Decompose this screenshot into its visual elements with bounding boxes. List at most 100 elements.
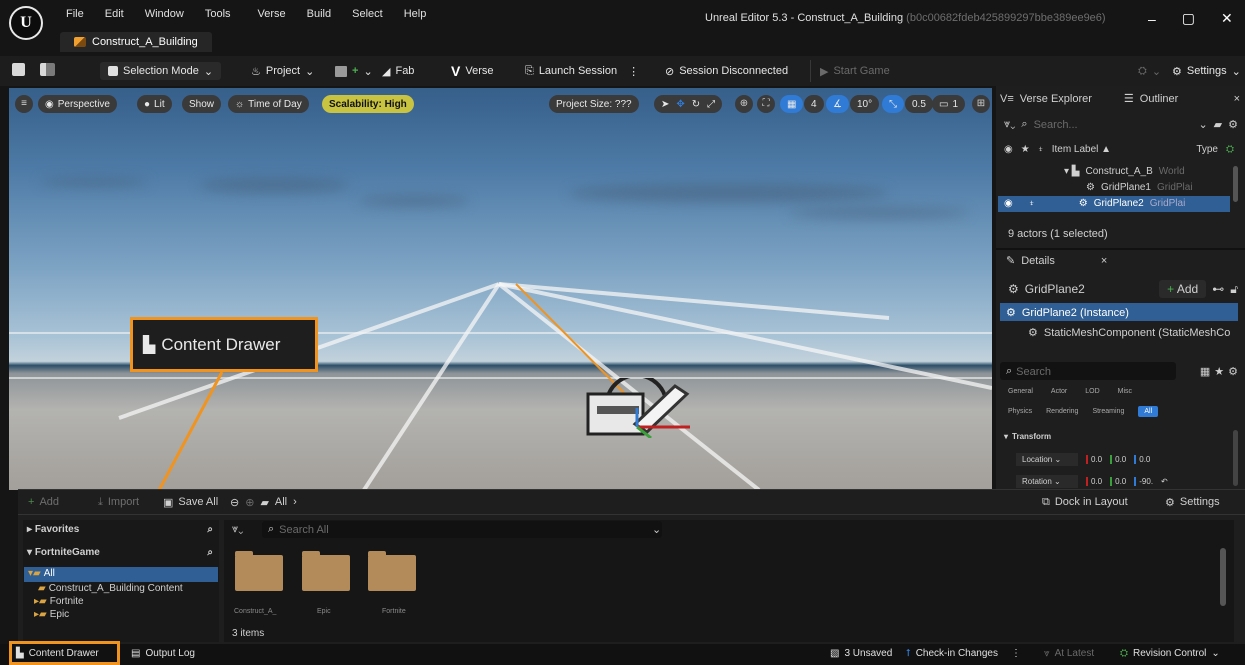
search-icon[interactable]: ⌕ (207, 547, 213, 558)
tree-item-construct[interactable]: ▰ Construct_A_Building Content (38, 583, 183, 594)
folder-add-icon[interactable]: ▰ (1214, 118, 1222, 131)
tree-item-all[interactable]: ▾▰ All (28, 568, 55, 579)
kebab-icon[interactable]: ⋮ (1011, 648, 1021, 659)
plus-icon: + (28, 496, 35, 508)
rotation-label: Rotation (1022, 477, 1052, 486)
filter-lod[interactable]: LOD (1085, 388, 1099, 395)
dock-in-layout-button[interactable]: ⧉ Dock in Layout (1042, 494, 1128, 510)
filter-rendering[interactable]: Rendering (1046, 408, 1078, 415)
forward-icon[interactable]: ⊕ (245, 496, 254, 509)
save-all-button[interactable]: ▣ Save All (163, 494, 218, 510)
col-item-label[interactable]: Item Label ▲ (1052, 144, 1111, 155)
rotation-x[interactable]: 0.0 (1086, 477, 1102, 486)
content-drawer-highlight (9, 641, 120, 665)
details-filter-row2: Physics Rendering Streaming All (1008, 406, 1159, 417)
outliner-row-gridplane2[interactable]: ◉ ⍖ ⚙ GridPlane2 GridPlai (1004, 198, 1185, 209)
details-tab-label: Details (1021, 254, 1055, 267)
close-tab-icon[interactable]: × (1234, 93, 1240, 105)
mesh-icon: ⚙ (1006, 307, 1016, 319)
filter-misc[interactable]: Misc (1118, 388, 1132, 395)
chevron-down-icon[interactable]: ⌄ (1198, 118, 1207, 131)
add-button[interactable]: + Add (28, 494, 59, 510)
grid-view-icon[interactable]: ▦ (1200, 365, 1210, 378)
drawer-settings-button[interactable]: ⚙ Settings (1165, 494, 1220, 510)
import-button[interactable]: ⤓ Import (98, 494, 139, 510)
outliner-scrollbar[interactable] (1233, 166, 1238, 202)
chevron-right-icon[interactable]: › (293, 496, 297, 508)
eye-icon[interactable]: ◉ (1004, 144, 1013, 155)
mesh-icon: ⚙ (1028, 327, 1038, 339)
verse-explorer-icon: V≡ (1000, 92, 1014, 105)
item-count: 3 items (232, 628, 265, 639)
filter-icon[interactable]: ⩔⌄ (1004, 118, 1015, 131)
pin-icon[interactable]: ⍖ (1038, 144, 1044, 155)
favorites-section[interactable]: ▸ Favorites ⌕ (27, 524, 213, 535)
details-component-row[interactable]: ⚙ StaticMeshComponent (StaticMeshCo (1028, 326, 1240, 340)
drawer-divider (18, 514, 1245, 515)
tab-outliner[interactable]: Outliner (1140, 93, 1179, 105)
folder-tile-epic[interactable] (302, 551, 350, 591)
folder-tile-construct[interactable] (235, 551, 283, 591)
asset-filter-button[interactable]: ⩔⌄ (232, 523, 243, 536)
caret-down-icon: ▾ (27, 547, 35, 558)
blueprint-icon[interactable]: ⊷ (1212, 282, 1224, 296)
filter-streaming[interactable]: Streaming (1092, 408, 1124, 415)
gear-icon[interactable]: ⚙ (1228, 118, 1238, 131)
outliner-row-world[interactable]: ▾ ▙ Construct_A_B World (1064, 166, 1185, 177)
eye-icon[interactable]: ◉ (1004, 198, 1013, 209)
star-icon[interactable]: ★ (1021, 144, 1030, 155)
location-y[interactable]: 0.0 (1110, 455, 1126, 464)
search-icon[interactable]: ⌕ (207, 524, 213, 535)
details-instance-row[interactable]: ⚙ GridPlane2 (Instance) (1006, 306, 1129, 320)
actor-count: 9 actors (1 selected) (1008, 228, 1108, 240)
lock-icon[interactable]: 🔓︎ (1230, 282, 1238, 297)
revision-control-dropdown[interactable]: ⛭ Revision Control ⌄ (1120, 648, 1220, 659)
reset-icon[interactable]: ↶ (1161, 477, 1168, 486)
location-x[interactable]: 0.0 (1086, 455, 1102, 464)
location-dropdown[interactable]: Location ⌄ (1016, 453, 1078, 466)
unsaved-button[interactable]: ▧ 3 Unsaved (830, 648, 892, 659)
tree-item-fortnite[interactable]: ▸▰ Fortnite (34, 596, 84, 607)
outliner-header: ◉ ★ ⍖ Item Label ▲ Type ⛭ (1004, 144, 1234, 155)
dock-icon: ⧉ (1042, 495, 1050, 508)
callout-label: Content Drawer (161, 334, 281, 354)
add-component-button[interactable]: + Add (1159, 280, 1207, 298)
back-icon[interactable]: ⊖ (230, 496, 239, 509)
chevron-down-icon[interactable]: ⌄ (652, 523, 661, 536)
folder-tile-fortnite[interactable] (368, 551, 416, 591)
tab-verse-explorer[interactable]: Verse Explorer (1020, 93, 1092, 105)
tree-item-epic[interactable]: ▸▰ Epic (34, 609, 69, 620)
col-type[interactable]: Type (1196, 144, 1218, 155)
search-icon: ⌕ (1021, 118, 1028, 130)
gear-icon[interactable]: ⚙ (1228, 365, 1238, 378)
outliner-search-row: ⩔⌄ ⌕ Search... ⌄ ▰ ⚙ (1004, 118, 1238, 131)
star-icon[interactable]: ★ (1214, 365, 1224, 378)
close-tab-icon[interactable]: × (1101, 255, 1107, 267)
asset-search-input[interactable]: ⌕ Search All (262, 521, 662, 538)
filter-general[interactable]: General (1008, 388, 1033, 395)
rotation-dropdown[interactable]: Rotation ⌄ (1016, 475, 1078, 488)
fortnite-game-section[interactable]: ▾ FortniteGame ⌕ (27, 547, 213, 558)
rotation-z[interactable]: -90. (1134, 477, 1153, 486)
breadcrumb-all[interactable]: All (275, 496, 287, 508)
search-icon: ⌕ (268, 523, 275, 535)
gear-icon: ⚙ (1165, 496, 1175, 509)
details-scrollbar[interactable] (1233, 430, 1238, 486)
transform-section[interactable]: ▾ Transform (1004, 432, 1051, 441)
filter-actor[interactable]: Actor (1051, 388, 1067, 395)
asset-scrollbar[interactable] (1220, 548, 1226, 606)
location-z[interactable]: 0.0 (1134, 455, 1150, 464)
output-log-button[interactable]: ▤ Output Log (131, 648, 195, 659)
filter-physics[interactable]: Physics (1008, 408, 1032, 415)
at-latest-button[interactable]: ⩔ At Latest (1044, 648, 1094, 659)
add-label: Add (1176, 282, 1199, 296)
details-tab[interactable]: ✎ Details × (1006, 254, 1107, 268)
rotation-y[interactable]: 0.0 (1110, 477, 1126, 486)
outliner-search-input[interactable]: Search... (1034, 119, 1078, 131)
import-icon: ⤓ (98, 495, 103, 508)
level-icon: ▾ ▙ (1064, 166, 1080, 177)
outliner-row-gridplane1[interactable]: ⚙ GridPlane1 GridPlai (1086, 182, 1193, 193)
unsaved-icon: ▧ (830, 648, 840, 659)
filter-all[interactable]: All (1138, 406, 1159, 417)
checkin-button[interactable]: ⭡ Check-in Changes ⋮ (906, 648, 1021, 659)
